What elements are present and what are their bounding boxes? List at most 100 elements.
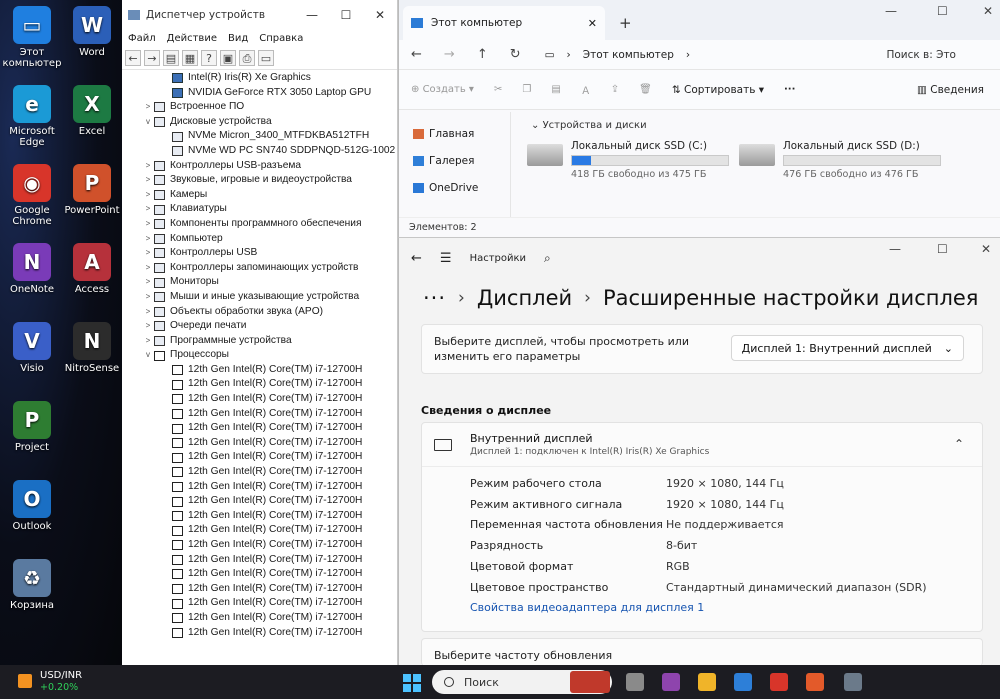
game-icon[interactable] [570,671,610,693]
console-icon[interactable]: ▣ [220,49,236,66]
tree-item[interactable]: 12th Gen Intel(R) Core(TM) i7-12700H [122,494,397,509]
tree-item[interactable]: 12th Gen Intel(R) Core(TM) i7-12700H [122,567,397,582]
chevron-right-icon[interactable]: > [142,275,154,290]
tree-item[interactable]: v Процессоры [122,348,397,363]
maximize-button[interactable]: ☐ [937,4,948,18]
tree-item[interactable]: NVMe WD PC SN740 SDDPNQD-512G-1002 [122,144,397,159]
tree-item[interactable]: > Компьютер [122,232,397,247]
create-button[interactable]: ⊕ Создать ▾ [411,84,474,95]
drive-item[interactable]: Локальный диск SSD (D:) 476 ГБ свободно и… [739,140,941,180]
tree-item[interactable]: 12th Gen Intel(R) Core(TM) i7-12700H [122,626,397,641]
back-icon[interactable]: ← [125,49,141,66]
store-icon[interactable] [734,673,752,691]
tree-item[interactable]: > Объекты обработки звука (APO) [122,305,397,320]
tree-item[interactable]: > Контроллеры запоминающих устройств [122,261,397,276]
desktop-shortcut[interactable]: N NitroSense [62,322,122,374]
desktop-shortcut[interactable]: P Project [2,401,62,453]
rename-icon[interactable]: Ａ [581,82,591,97]
desktop-shortcut[interactable]: P PowerPoint [62,164,122,216]
show-hide-icon[interactable]: ▤ [163,49,179,66]
tree-item[interactable]: 12th Gen Intel(R) Core(TM) i7-12700H [122,363,397,378]
forward-icon[interactable]: → [444,47,455,62]
chevron-right-icon[interactable]: > [142,319,154,334]
desktop-shortcut[interactable]: X Excel [62,85,122,137]
tree-item[interactable]: > Программные устройства [122,334,397,349]
close-button[interactable]: ✕ [363,8,397,22]
tree-item[interactable]: > Мыши и иные указывающие устройства [122,290,397,305]
chevron-down-icon[interactable]: v [142,115,154,130]
adapter-properties-link[interactable]: Свойства видеоадаптера для дисплея 1 [470,598,982,618]
tree-item[interactable]: > Камеры [122,188,397,203]
paste-icon[interactable]: ▤ [551,84,560,95]
back-icon[interactable]: ← [411,47,422,62]
minimize-button[interactable]: — [295,8,329,22]
tree-item[interactable]: 12th Gen Intel(R) Core(TM) i7-12700H [122,436,397,451]
chevron-right-icon[interactable]: > [142,246,154,261]
properties-icon[interactable]: ▦ [182,49,198,66]
search-input[interactable]: Поиск в: Это [886,49,956,61]
tree-item[interactable]: 12th Gen Intel(R) Core(TM) i7-12700H [122,523,397,538]
chevron-right-icon[interactable]: > [142,217,154,232]
tree-item[interactable]: > Очереди печати [122,319,397,334]
display-dropdown[interactable]: Дисплей 1: Внутренний дисплей ⌄ [730,335,964,361]
tree-item[interactable]: > Контроллеры USB [122,246,397,261]
copy-icon[interactable]: ❐ [522,84,531,95]
search-icon[interactable]: ⌕ [544,251,551,266]
sort-button[interactable]: ⇅ Сортировать ▾ [672,84,764,96]
more-button[interactable]: ··· [784,84,795,95]
tree-item[interactable]: Intel(R) Iris(R) Xe Graphics [122,71,397,86]
app-icon[interactable] [806,673,824,691]
monitor-icon[interactable]: ▭ [258,49,274,66]
delete-icon[interactable]: 🗑 [639,84,652,95]
chevron-right-icon[interactable]: > [142,305,154,320]
sidebar-item[interactable]: OneDrive [399,174,510,201]
desktop-shortcut[interactable]: N OneNote [2,243,62,295]
menu-action[interactable]: Действие [167,33,217,44]
tree-item[interactable]: > Встроенное ПО [122,100,397,115]
breadcrumb-overflow[interactable]: ··· [423,286,446,310]
address-bar[interactable]: ▭ › Этот компьютер › [545,49,785,61]
tree-item[interactable]: 12th Gen Intel(R) Core(TM) i7-12700H [122,553,397,568]
tree-item[interactable]: 12th Gen Intel(R) Core(TM) i7-12700H [122,421,397,436]
desktop-shortcut[interactable]: ◉ Google Chrome [2,164,62,227]
details-button[interactable]: ▥ Сведения [917,84,984,96]
close-button[interactable]: ✕ [981,242,991,256]
tree-item[interactable]: 12th Gen Intel(R) Core(TM) i7-12700H [122,480,397,495]
menu-file[interactable]: Файл [128,33,156,44]
tree-item[interactable]: > Контроллеры USB-разъема [122,159,397,174]
tree-item[interactable]: 12th Gen Intel(R) Core(TM) i7-12700H [122,538,397,553]
file-explorer-icon[interactable] [698,673,716,691]
tree-item[interactable]: > Компоненты программного обеспечения [122,217,397,232]
chevron-right-icon[interactable]: > [142,202,154,217]
chrome-icon[interactable] [770,673,788,691]
desktop-shortcut[interactable]: ▭ Этот компьютер [2,6,62,69]
tree-item[interactable]: 12th Gen Intel(R) Core(TM) i7-12700H [122,509,397,524]
maximize-button[interactable]: ☐ [937,242,948,256]
share-icon[interactable]: ⇪ [611,84,619,95]
chevron-right-icon[interactable]: > [142,290,154,305]
tree-item[interactable]: 12th Gen Intel(R) Core(TM) i7-12700H [122,611,397,626]
close-button[interactable]: ✕ [983,4,993,18]
desktop-shortcut[interactable]: e Microsoft Edge [2,85,62,148]
update-driver-icon[interactable]: ⎙ [239,49,255,66]
task-view-icon[interactable] [626,673,644,691]
chevron-down-icon[interactable]: v [142,348,154,363]
display-info-header[interactable]: Внутренний дисплей Дисплей 1: подключен … [422,423,982,467]
desktop-shortcut[interactable]: V Visio [2,322,62,374]
desktop-shortcut[interactable]: O Outlook [2,480,62,532]
minimize-button[interactable]: — [889,242,901,256]
help-icon[interactable]: ? [201,49,217,66]
chevron-right-icon[interactable]: > [142,188,154,203]
drive-item[interactable]: Локальный диск SSD (C:) 418 ГБ свободно и… [527,140,729,180]
chevron-right-icon[interactable]: > [142,100,154,115]
tab-this-pc[interactable]: Этот компьютер ✕ [403,6,605,40]
tree-item[interactable]: 12th Gen Intel(R) Core(TM) i7-12700H [122,582,397,597]
minimize-button[interactable]: — [885,4,897,18]
tree-item[interactable]: NVMe Micron_3400_MTFDKBA512TFH [122,129,397,144]
group-header[interactable]: ⌄ Устройства и диски [531,120,980,131]
tree-item[interactable]: 12th Gen Intel(R) Core(TM) i7-12700H [122,392,397,407]
desktop-shortcut[interactable]: ♻ Корзина [2,559,62,611]
chevron-right-icon[interactable]: > [142,232,154,247]
copilot-icon[interactable] [662,673,680,691]
chevron-right-icon[interactable]: > [142,261,154,276]
